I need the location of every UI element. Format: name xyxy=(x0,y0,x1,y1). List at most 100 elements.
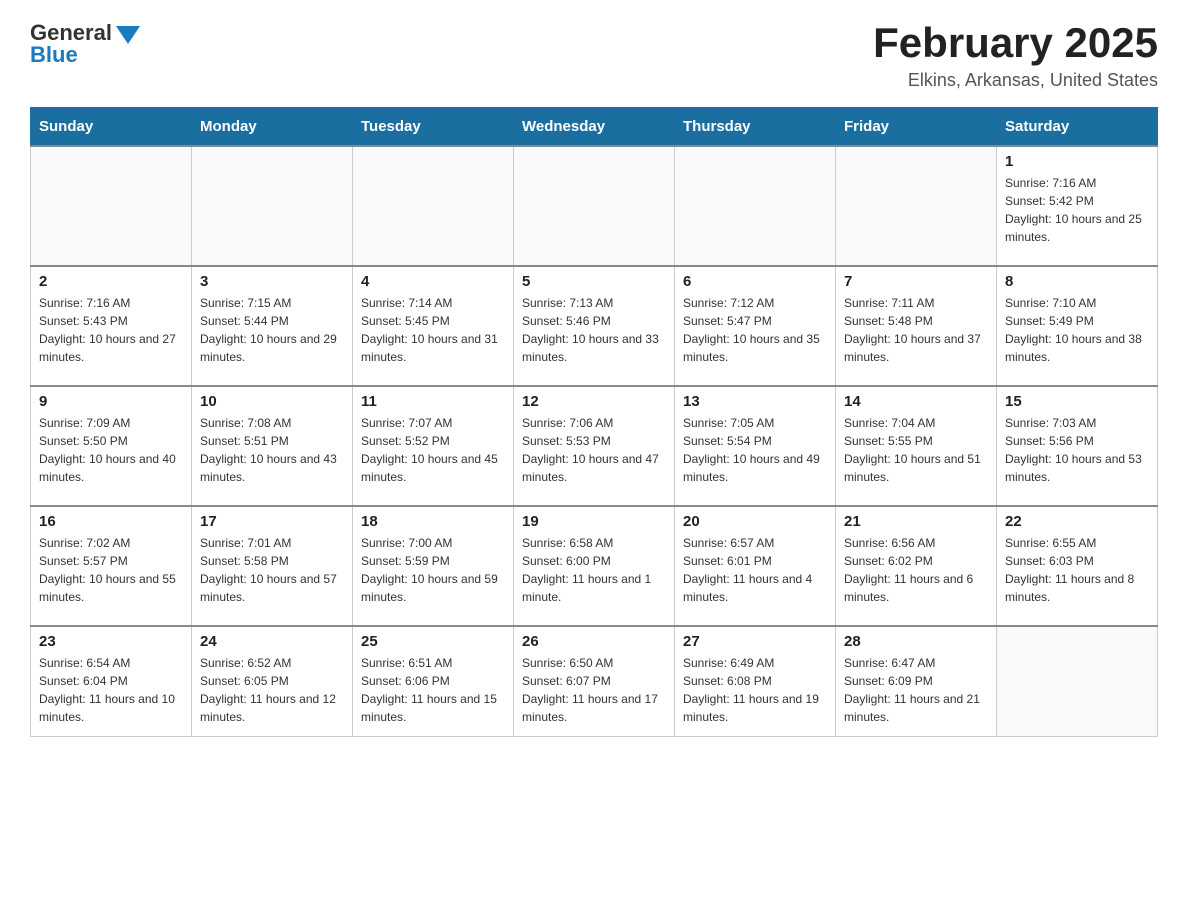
day-info: Sunrise: 7:13 AM Sunset: 5:46 PM Dayligh… xyxy=(522,294,666,366)
day-number: 24 xyxy=(200,633,344,650)
calendar-title: February 2025 xyxy=(873,20,1158,66)
day-info: Sunrise: 6:58 AM Sunset: 6:00 PM Dayligh… xyxy=(522,534,666,606)
calendar-cell: 20 Sunrise: 6:57 AM Sunset: 6:01 PM Dayli… xyxy=(675,506,836,626)
calendar-cell: 17 Sunrise: 7:01 AM Sunset: 5:58 PM Dayli… xyxy=(192,506,353,626)
calendar-cell: 26 Sunrise: 6:50 AM Sunset: 6:07 PM Dayli… xyxy=(514,626,675,736)
calendar-cell: 14 Sunrise: 7:04 AM Sunset: 5:55 PM Dayli… xyxy=(836,386,997,506)
day-info: Sunrise: 6:54 AM Sunset: 6:04 PM Dayligh… xyxy=(39,654,183,726)
day-number: 7 xyxy=(844,273,988,290)
calendar-cell: 21 Sunrise: 6:56 AM Sunset: 6:02 PM Dayli… xyxy=(836,506,997,626)
calendar-week-3: 9 Sunrise: 7:09 AM Sunset: 5:50 PM Daylig… xyxy=(31,386,1158,506)
day-info: Sunrise: 6:47 AM Sunset: 6:09 PM Dayligh… xyxy=(844,654,988,726)
calendar-subtitle: Elkins, Arkansas, United States xyxy=(873,70,1158,91)
calendar-body: 1Sunrise: 7:16 AM Sunset: 5:42 PM Daylig… xyxy=(31,146,1158,736)
day-number: 11 xyxy=(361,393,505,410)
weekday-header-tuesday: Tuesday xyxy=(353,108,514,147)
day-number: 22 xyxy=(1005,513,1149,530)
calendar-cell: 24 Sunrise: 6:52 AM Sunset: 6:05 PM Dayli… xyxy=(192,626,353,736)
day-number: 26 xyxy=(522,633,666,650)
day-info: Sunrise: 7:16 AM Sunset: 5:43 PM Dayligh… xyxy=(39,294,183,366)
weekday-header-friday: Friday xyxy=(836,108,997,147)
day-number: 27 xyxy=(683,633,827,650)
day-number: 5 xyxy=(522,273,666,290)
day-info: Sunrise: 7:10 AM Sunset: 5:49 PM Dayligh… xyxy=(1005,294,1149,366)
day-info: Sunrise: 7:09 AM Sunset: 5:50 PM Dayligh… xyxy=(39,414,183,486)
day-info: Sunrise: 6:50 AM Sunset: 6:07 PM Dayligh… xyxy=(522,654,666,726)
day-info: Sunrise: 7:14 AM Sunset: 5:45 PM Dayligh… xyxy=(361,294,505,366)
day-number: 8 xyxy=(1005,273,1149,290)
day-number: 19 xyxy=(522,513,666,530)
calendar-cell xyxy=(675,146,836,266)
weekday-header-wednesday: Wednesday xyxy=(514,108,675,147)
day-info: Sunrise: 6:55 AM Sunset: 6:03 PM Dayligh… xyxy=(1005,534,1149,606)
day-info: Sunrise: 7:04 AM Sunset: 5:55 PM Dayligh… xyxy=(844,414,988,486)
calendar-cell xyxy=(31,146,192,266)
day-info: Sunrise: 7:03 AM Sunset: 5:56 PM Dayligh… xyxy=(1005,414,1149,486)
weekday-header-row: SundayMondayTuesdayWednesdayThursdayFrid… xyxy=(31,108,1158,147)
day-number: 14 xyxy=(844,393,988,410)
day-info: Sunrise: 7:00 AM Sunset: 5:59 PM Dayligh… xyxy=(361,534,505,606)
calendar-cell: 4 Sunrise: 7:14 AM Sunset: 5:45 PM Daylig… xyxy=(353,266,514,386)
day-number: 21 xyxy=(844,513,988,530)
calendar-week-2: 2 Sunrise: 7:16 AM Sunset: 5:43 PM Daylig… xyxy=(31,266,1158,386)
calendar-cell xyxy=(514,146,675,266)
day-number: 2 xyxy=(39,273,183,290)
day-info: Sunrise: 6:52 AM Sunset: 6:05 PM Dayligh… xyxy=(200,654,344,726)
calendar-cell: 8 Sunrise: 7:10 AM Sunset: 5:49 PM Daylig… xyxy=(997,266,1158,386)
title-area: February 2025 Elkins, Arkansas, United S… xyxy=(873,20,1158,91)
day-number: 17 xyxy=(200,513,344,530)
calendar-cell xyxy=(353,146,514,266)
day-info: Sunrise: 6:49 AM Sunset: 6:08 PM Dayligh… xyxy=(683,654,827,726)
day-number: 13 xyxy=(683,393,827,410)
logo-arrow-icon xyxy=(116,26,140,44)
page-header: General Blue February 2025 Elkins, Arkan… xyxy=(30,20,1158,91)
calendar-cell xyxy=(997,626,1158,736)
day-info: Sunrise: 7:11 AM Sunset: 5:48 PM Dayligh… xyxy=(844,294,988,366)
calendar-cell: 22 Sunrise: 6:55 AM Sunset: 6:03 PM Dayli… xyxy=(997,506,1158,626)
calendar-cell: 6 Sunrise: 7:12 AM Sunset: 5:47 PM Daylig… xyxy=(675,266,836,386)
calendar-cell: 9 Sunrise: 7:09 AM Sunset: 5:50 PM Daylig… xyxy=(31,386,192,506)
logo-blue-text: Blue xyxy=(30,42,78,68)
day-info: Sunrise: 7:15 AM Sunset: 5:44 PM Dayligh… xyxy=(200,294,344,366)
calendar-table: SundayMondayTuesdayWednesdayThursdayFrid… xyxy=(30,107,1158,737)
day-info: Sunrise: 6:57 AM Sunset: 6:01 PM Dayligh… xyxy=(683,534,827,606)
day-number: 4 xyxy=(361,273,505,290)
day-info: Sunrise: 7:07 AM Sunset: 5:52 PM Dayligh… xyxy=(361,414,505,486)
day-number: 20 xyxy=(683,513,827,530)
calendar-cell: 13 Sunrise: 7:05 AM Sunset: 5:54 PM Dayli… xyxy=(675,386,836,506)
day-info: Sunrise: 7:12 AM Sunset: 5:47 PM Dayligh… xyxy=(683,294,827,366)
weekday-header-monday: Monday xyxy=(192,108,353,147)
day-info: Sunrise: 7:02 AM Sunset: 5:57 PM Dayligh… xyxy=(39,534,183,606)
day-info: Sunrise: 6:51 AM Sunset: 6:06 PM Dayligh… xyxy=(361,654,505,726)
day-number: 25 xyxy=(361,633,505,650)
day-info: Sunrise: 7:06 AM Sunset: 5:53 PM Dayligh… xyxy=(522,414,666,486)
day-info: Sunrise: 7:01 AM Sunset: 5:58 PM Dayligh… xyxy=(200,534,344,606)
day-info: Sunrise: 6:56 AM Sunset: 6:02 PM Dayligh… xyxy=(844,534,988,606)
day-info: Sunrise: 7:05 AM Sunset: 5:54 PM Dayligh… xyxy=(683,414,827,486)
calendar-cell xyxy=(836,146,997,266)
calendar-cell: 19 Sunrise: 6:58 AM Sunset: 6:00 PM Dayli… xyxy=(514,506,675,626)
calendar-cell: 18Sunrise: 7:00 AM Sunset: 5:59 PM Dayli… xyxy=(353,506,514,626)
calendar-cell: 28 Sunrise: 6:47 AM Sunset: 6:09 PM Dayli… xyxy=(836,626,997,736)
day-info: Sunrise: 7:08 AM Sunset: 5:51 PM Dayligh… xyxy=(200,414,344,486)
calendar-cell: 2 Sunrise: 7:16 AM Sunset: 5:43 PM Daylig… xyxy=(31,266,192,386)
calendar-cell: 1Sunrise: 7:16 AM Sunset: 5:42 PM Daylig… xyxy=(997,146,1158,266)
calendar-cell: 23Sunrise: 6:54 AM Sunset: 6:04 PM Dayli… xyxy=(31,626,192,736)
day-number: 28 xyxy=(844,633,988,650)
day-number: 6 xyxy=(683,273,827,290)
calendar-cell: 10 Sunrise: 7:08 AM Sunset: 5:51 PM Dayli… xyxy=(192,386,353,506)
calendar-cell: 12Sunrise: 7:06 AM Sunset: 5:53 PM Dayli… xyxy=(514,386,675,506)
day-number: 15 xyxy=(1005,393,1149,410)
day-number: 9 xyxy=(39,393,183,410)
day-number: 10 xyxy=(200,393,344,410)
calendar-week-4: 16Sunrise: 7:02 AM Sunset: 5:57 PM Dayli… xyxy=(31,506,1158,626)
weekday-header-sunday: Sunday xyxy=(31,108,192,147)
calendar-cell: 27 Sunrise: 6:49 AM Sunset: 6:08 PM Dayli… xyxy=(675,626,836,736)
calendar-week-1: 1Sunrise: 7:16 AM Sunset: 5:42 PM Daylig… xyxy=(31,146,1158,266)
calendar-cell xyxy=(192,146,353,266)
weekday-header-thursday: Thursday xyxy=(675,108,836,147)
calendar-cell: 15 Sunrise: 7:03 AM Sunset: 5:56 PM Dayli… xyxy=(997,386,1158,506)
weekday-header-saturday: Saturday xyxy=(997,108,1158,147)
calendar-header: SundayMondayTuesdayWednesdayThursdayFrid… xyxy=(31,108,1158,147)
calendar-cell: 7 Sunrise: 7:11 AM Sunset: 5:48 PM Daylig… xyxy=(836,266,997,386)
